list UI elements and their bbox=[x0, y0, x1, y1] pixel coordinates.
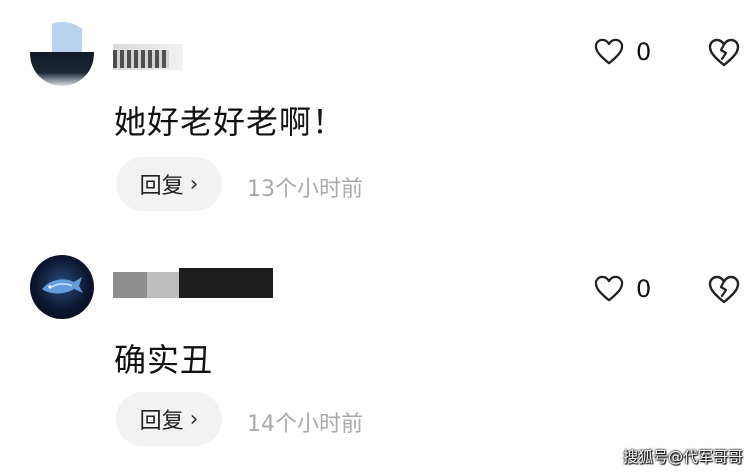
avatar-image-part bbox=[42, 277, 83, 294]
redaction-mosaic bbox=[113, 272, 147, 298]
like-count: 0 bbox=[636, 275, 652, 303]
chevron-right-icon: › bbox=[189, 406, 199, 432]
redaction-mosaic bbox=[179, 268, 273, 298]
avatar[interactable] bbox=[30, 255, 94, 319]
reply-label: 回复 bbox=[139, 409, 184, 434]
username-redacted[interactable] bbox=[113, 268, 273, 298]
timestamp: 14个小时前 bbox=[247, 412, 363, 437]
redaction-mosaic bbox=[147, 272, 179, 298]
like-button[interactable]: 0 bbox=[594, 275, 651, 303]
watermark: 搜狐号@代军哥哥 bbox=[622, 448, 743, 466]
reply-button[interactable]: 回复 › bbox=[116, 392, 222, 446]
comment-text: 确实丑 bbox=[114, 341, 214, 379]
broken-heart-icon[interactable] bbox=[708, 275, 740, 305]
heart-outline-icon bbox=[594, 275, 624, 302]
comment-item: 0 确实丑 回复 › 14个小时前 bbox=[0, 0, 755, 475]
